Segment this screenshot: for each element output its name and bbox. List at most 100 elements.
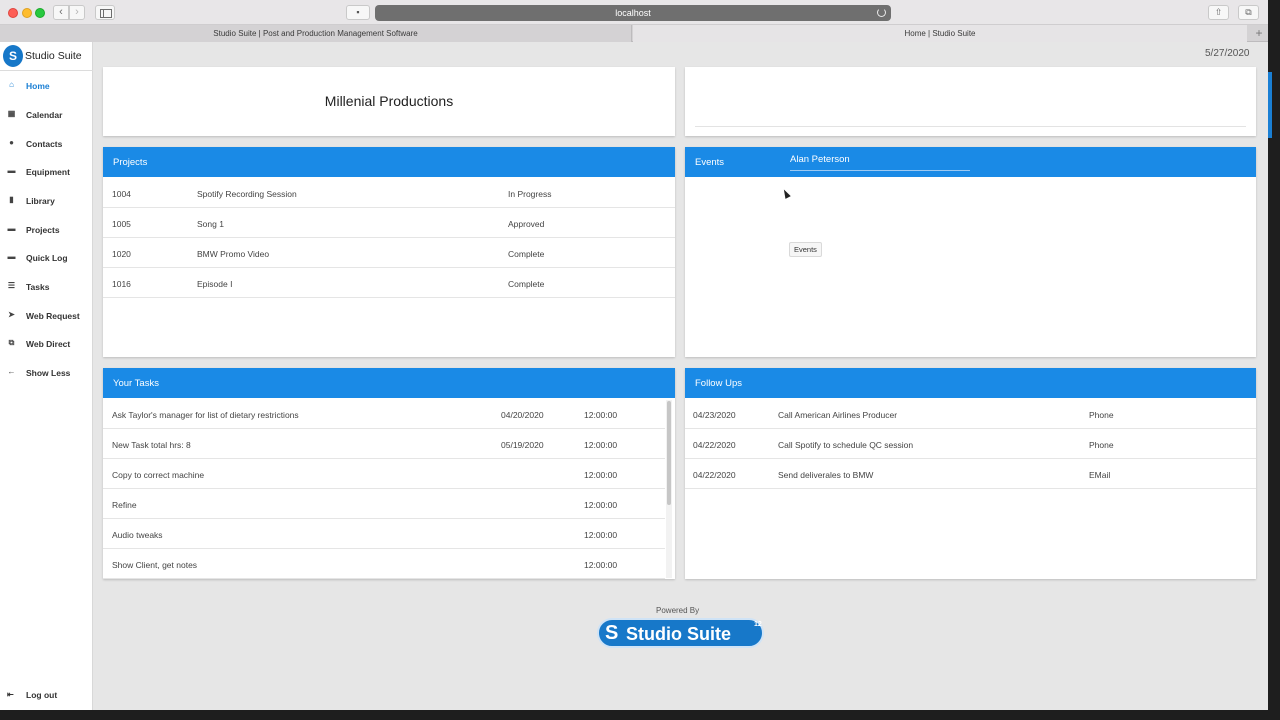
- events-header: Events Alan Peterson: [685, 147, 1256, 177]
- table-row[interactable]: Copy to correct machine 12:00:00: [103, 459, 665, 489]
- panel-title: Projects: [113, 157, 148, 168]
- task-name: Ask Taylor's manager for list of dietary…: [112, 410, 299, 420]
- sidebar-item-tasks[interactable]: ☰ Tasks: [0, 276, 93, 298]
- logout-icon: ⇤: [7, 690, 14, 699]
- project-id: 1005: [112, 219, 131, 229]
- equipment-icon: ▬: [7, 166, 16, 175]
- sidebar-item-label: Web Request: [26, 311, 80, 321]
- task-time: 12:00:00: [584, 440, 618, 450]
- share-button[interactable]: ⇧: [1208, 5, 1229, 20]
- table-row[interactable]: Refine 12:00:00: [103, 489, 665, 519]
- task-name: Audio tweaks: [112, 530, 163, 540]
- user-select[interactable]: Alan Peterson: [790, 153, 970, 171]
- new-tab-button[interactable]: +: [1250, 25, 1268, 42]
- sidebar-item-show-less[interactable]: ← Show Less: [0, 362, 93, 384]
- reader-icon: ▪: [356, 7, 360, 17]
- followups-panel: Follow Ups 04/23/2020 Call American Airl…: [685, 368, 1256, 579]
- project-id: 1020: [112, 249, 131, 259]
- minimize-window-button[interactable]: [22, 8, 32, 18]
- sidebar-item-equipment[interactable]: ▬ Equipment: [0, 161, 93, 183]
- task-name: Refine: [112, 500, 137, 510]
- tasks-icon: ☰: [7, 281, 16, 290]
- logo-version: 12: [754, 621, 762, 628]
- tabs-overview-button[interactable]: ⧉: [1238, 5, 1259, 20]
- task-time: 12:00:00: [584, 500, 618, 510]
- projects-header: Projects: [103, 147, 675, 177]
- sidebar-item-label: Calendar: [26, 110, 63, 120]
- table-row[interactable]: 1005 Song 1 Approved: [103, 208, 675, 238]
- table-row[interactable]: 1016 Episode I Complete: [103, 268, 675, 298]
- sidebar-item-web-direct[interactable]: ⧉ Web Direct: [0, 333, 93, 355]
- sidebar-item-label: Equipment: [26, 167, 70, 177]
- quick-log-icon: ▬: [7, 252, 16, 261]
- studio-suite-footer-logo[interactable]: S Studio Suite 12: [597, 618, 764, 648]
- reader-button[interactable]: ▪: [346, 5, 370, 20]
- project-name: BMW Promo Video: [197, 249, 270, 259]
- browser-titlebar: ‹ › ▪ localhost ⇧ ⧉: [0, 0, 1268, 25]
- sidebar-item-calendar[interactable]: ▦ Calendar: [0, 104, 93, 126]
- followup-date: 04/23/2020: [693, 410, 736, 420]
- table-row[interactable]: New Task total hrs: 8 05/19/2020 12:00:0…: [103, 429, 665, 459]
- followup-method: Phone: [1089, 410, 1114, 420]
- project-name: Spotify Recording Session: [197, 189, 297, 199]
- project-status: Approved: [508, 219, 545, 229]
- maximize-window-button[interactable]: [35, 8, 45, 18]
- tooltip-text: Events: [794, 245, 817, 254]
- sidebar-item-library[interactable]: ▮ Library: [0, 190, 93, 212]
- company-card: Millenial Productions: [103, 67, 675, 136]
- sidebar-toggle-button[interactable]: [95, 5, 115, 20]
- info-card: [685, 67, 1256, 136]
- task-name: Copy to correct machine: [112, 470, 205, 480]
- sidebar-item-quick-log[interactable]: ▬ Quick Log: [0, 247, 93, 269]
- projects-panel: Projects 1004 Spotify Recording Session …: [103, 147, 675, 357]
- tab-bar: Studio Suite | Post and Production Manag…: [0, 25, 1268, 42]
- sidebar-item-projects[interactable]: ▬ Projects: [0, 219, 93, 241]
- browser-window: ‹ › ▪ localhost ⇧ ⧉ Studio Suite | Post …: [0, 0, 1268, 710]
- followup-date: 04/22/2020: [693, 440, 736, 450]
- followup-date: 04/22/2020: [693, 470, 736, 480]
- tooltip: Events: [789, 242, 822, 257]
- forward-button[interactable]: ›: [69, 5, 85, 20]
- table-row[interactable]: Ask Taylor's manager for list of dietary…: [103, 399, 665, 429]
- sidebar-item-contacts[interactable]: ● Contacts: [0, 133, 93, 155]
- back-button[interactable]: ‹: [53, 5, 69, 20]
- logout-label: Log out: [26, 690, 58, 700]
- project-name: Song 1: [197, 219, 224, 229]
- sidebar-item-home[interactable]: ⌂ Home: [0, 75, 93, 97]
- library-icon: ▮: [9, 195, 14, 204]
- close-window-button[interactable]: [8, 8, 18, 18]
- tasks-scrollbar-thumb[interactable]: [667, 401, 671, 505]
- table-row[interactable]: Show Client, get notes 12:00:00: [103, 549, 665, 579]
- divider: [695, 126, 1246, 127]
- table-row[interactable]: 04/23/2020 Call American Airlines Produc…: [685, 399, 1256, 429]
- logo-text: Studio Suite: [626, 624, 731, 644]
- tasks-header: Your Tasks: [103, 368, 675, 398]
- tab-home[interactable]: Home | Studio Suite: [633, 25, 1247, 42]
- sidebar-item-label: Projects: [26, 225, 60, 235]
- task-name: Show Client, get notes: [112, 560, 198, 570]
- tasks-panel: Your Tasks Ask Taylor's manager for list…: [103, 368, 675, 579]
- table-row[interactable]: 1004 Spotify Recording Session In Progre…: [103, 178, 675, 208]
- followup-task: Call Spotify to schedule QC session: [778, 440, 914, 450]
- studio-suite-logo-icon: S: [3, 45, 23, 67]
- table-row[interactable]: 1020 BMW Promo Video Complete: [103, 238, 675, 268]
- brand[interactable]: S Studio Suite: [0, 42, 93, 71]
- table-row[interactable]: 04/22/2020 Send deliverales to BMW EMail: [685, 459, 1256, 489]
- address-bar[interactable]: localhost: [375, 5, 891, 21]
- task-date: 05/19/2020: [501, 440, 544, 450]
- window-edge: [1268, 0, 1280, 720]
- table-row[interactable]: Audio tweaks 12:00:00: [103, 519, 665, 549]
- tab-studio-suite[interactable]: Studio Suite | Post and Production Manag…: [0, 25, 632, 42]
- logout-button[interactable]: ⇤ Log out: [0, 684, 93, 706]
- events-panel: Events Alan Peterson Events: [685, 147, 1256, 357]
- sidebar-item-label: Show Less: [26, 368, 71, 378]
- projects-icon: ▬: [7, 224, 16, 233]
- project-status: Complete: [508, 279, 545, 289]
- project-status: Complete: [508, 249, 545, 259]
- sidebar-item-label: Tasks: [26, 282, 50, 292]
- table-row[interactable]: 04/22/2020 Call Spotify to schedule QC s…: [685, 429, 1256, 459]
- reload-icon[interactable]: [877, 8, 886, 17]
- user-select-value: Alan Peterson: [790, 154, 850, 165]
- sidebar-item-web-request[interactable]: ➤ Web Request: [0, 305, 93, 327]
- panel-title: Events: [695, 157, 725, 168]
